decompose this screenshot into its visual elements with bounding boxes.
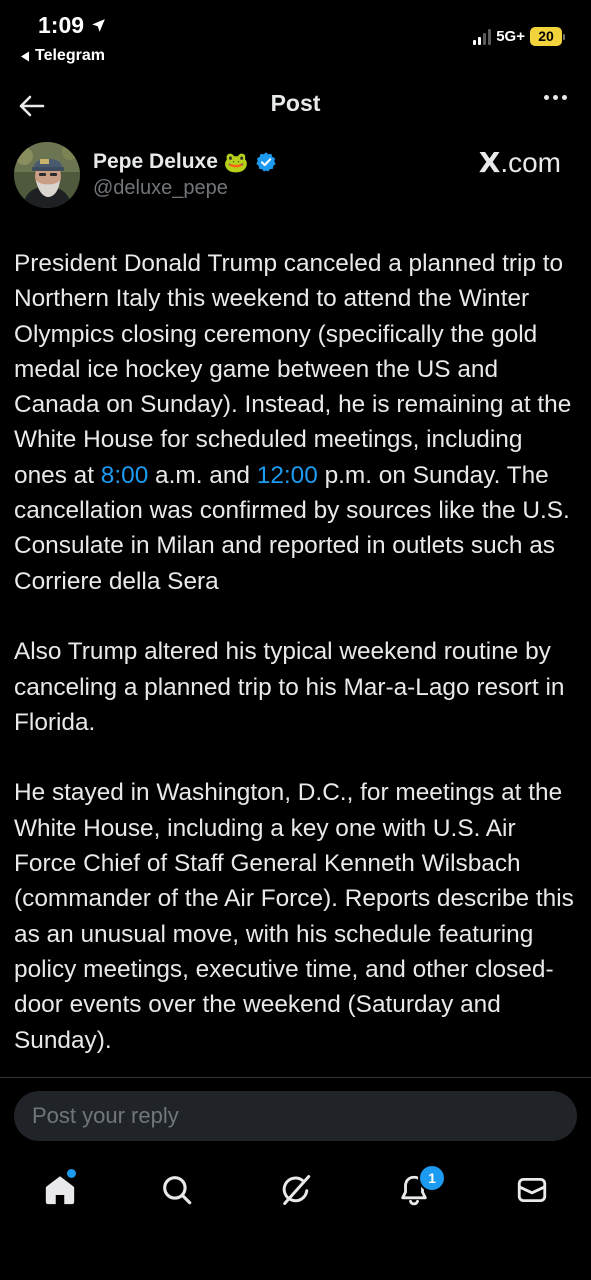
envelope-icon [517,1177,547,1203]
grok-icon [282,1175,311,1205]
source-domain[interactable]: X.com [479,146,561,179]
source-domain-suffix: .com [500,147,561,178]
divider [0,1077,591,1078]
home-indicator [200,1262,392,1268]
signal-strength-icon [473,28,492,45]
post-paragraph: He stayed in Washington, D.C., for meeti… [14,779,574,1054]
post-text: President Donald Trump canceled a planne… [14,246,580,1058]
avatar-image [14,142,80,208]
back-app-label: Telegram [35,47,105,64]
verified-badge-icon [256,152,276,172]
notification-count-badge: 1 [418,1164,446,1192]
top-navigation: Post [0,78,591,132]
home-icon [45,1176,75,1205]
status-time: 1:09 [38,12,107,39]
battery-level: 20 [530,27,562,46]
author-handle[interactable]: @deluxe_pepe [93,177,277,200]
new-posts-dot [67,1169,76,1178]
more-dot-icon [562,95,567,100]
time-link[interactable]: 8:00 [101,462,148,489]
display-name-row: Pepe Deluxe 🐸 [93,148,277,176]
x-logo-letter: X [478,146,501,179]
post-author: Pepe Deluxe 🐸 @deluxe_pepe X.com [0,140,591,212]
battery-icon: 20 [530,27,565,46]
page-title: Post [270,90,321,116]
time-link[interactable]: 12:00 [257,462,318,489]
more-dot-icon [553,95,558,100]
clock-text: 1:09 [38,12,85,38]
more-options-button[interactable] [544,95,567,100]
display-name[interactable]: Pepe Deluxe [93,150,218,174]
back-to-app-link[interactable]: Telegram [20,47,105,65]
tab-notifications[interactable]: 1 [394,1164,446,1210]
location-arrow-icon [92,19,105,32]
more-dot-icon [544,95,549,100]
post-paragraph: President Donald Trump canceled a planne… [14,246,580,599]
back-triangle-icon [21,51,29,61]
bottom-tab-bar: 1 [0,1160,591,1220]
network-type: 5G+ [496,28,525,45]
tab-search[interactable] [157,1170,197,1210]
status-bar: 1:09 Telegram 5G+ 20 [0,0,591,72]
avatar[interactable] [14,142,80,208]
status-indicators: 5G+ 20 [473,27,565,46]
frog-emoji: 🐸 [223,151,249,174]
post-paragraph: Also Trump altered his typical weekend r… [14,638,565,736]
reply-input[interactable] [14,1091,577,1141]
tab-messages[interactable] [512,1170,552,1210]
search-icon [163,1176,192,1205]
author-names: Pepe Deluxe 🐸 @deluxe_pepe [93,148,277,200]
post-text-segment: a.m. and [148,461,257,489]
tab-home[interactable] [40,1169,80,1210]
post-text-segment: President Donald Trump canceled a planne… [14,250,572,489]
tab-grok[interactable] [276,1170,316,1210]
